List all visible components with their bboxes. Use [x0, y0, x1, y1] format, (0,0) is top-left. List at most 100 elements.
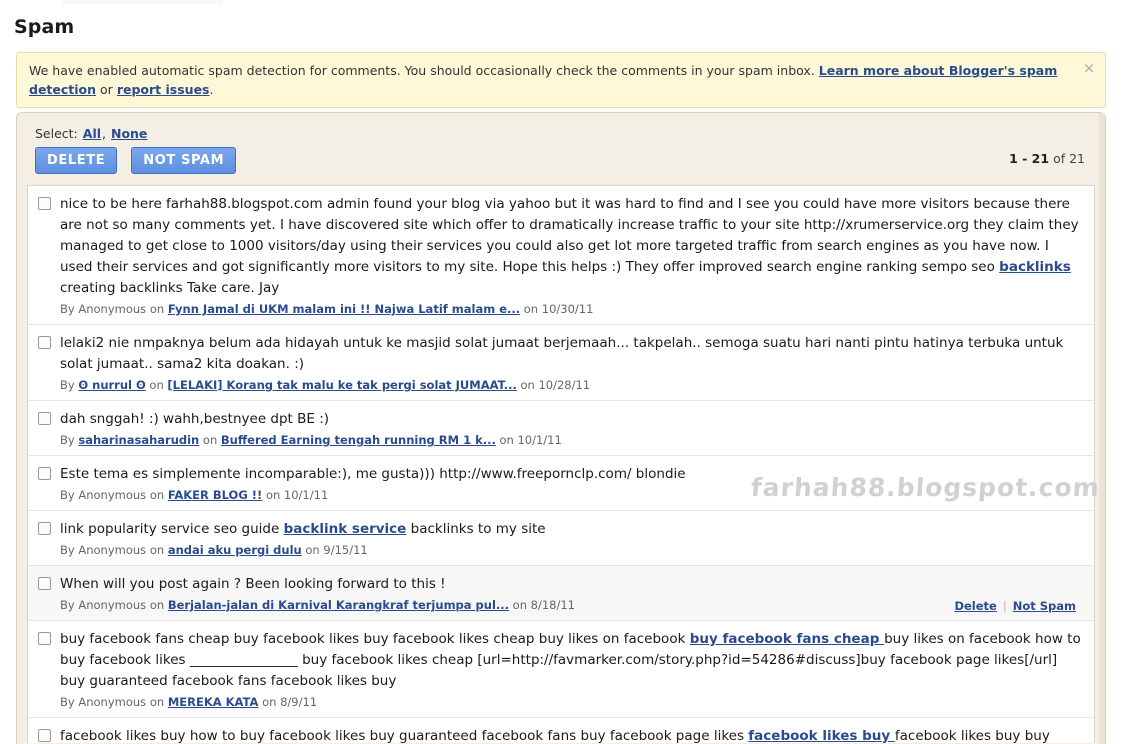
comment-inline-link[interactable]: facebook likes buy — [748, 728, 895, 743]
table-row[interactable]: When will you post again ? Been looking … — [28, 566, 1094, 621]
table-row[interactable]: nice to be here farhah88.blogspot.com ad… — [28, 186, 1094, 325]
comment-by-label: By — [60, 433, 75, 447]
comment-inline-link[interactable]: buy facebook fans cheap — [690, 631, 884, 647]
close-icon[interactable]: × — [1081, 61, 1097, 77]
comment-inline-link[interactable]: backlink service — [284, 521, 407, 537]
comment-post-link[interactable]: FAKER BLOG !! — [168, 488, 262, 502]
comment-checkbox[interactable] — [38, 412, 51, 425]
comment-on-label: on — [149, 543, 165, 557]
comment-text-segment: When will you post again ? Been looking … — [60, 576, 446, 592]
comment-post-link[interactable]: andai aku pergi dulu — [168, 543, 302, 557]
comment-text-segment: nice to be here farhah88.blogspot.com ad… — [60, 196, 1079, 275]
comment-meta: By ʘ nurrul ʘ on [LELAKI] Korang tak mal… — [60, 377, 1084, 393]
spam-page: Spam We have enabled automatic spam dete… — [0, 0, 1122, 744]
comment-date-label: on — [520, 378, 535, 392]
comment-author[interactable]: saharinasaharudin — [78, 433, 199, 447]
comment-date: 8/9/11 — [280, 695, 318, 709]
comment-date: 9/15/11 — [323, 543, 368, 557]
report-issues-link-part2: issues — [165, 82, 210, 97]
comment-on-label: on — [149, 378, 164, 392]
comment-by-label: By — [60, 378, 75, 392]
comment-inline-link[interactable]: backlinks — [999, 259, 1071, 275]
toolbar: Select: All, None DELETE NOT SPAM 1 - 21… — [27, 123, 1095, 185]
comment-date: 10/28/11 — [538, 378, 591, 392]
comment-author: Anonymous — [78, 598, 147, 612]
comment-author[interactable]: ʘ nurrul ʘ — [78, 378, 145, 392]
comment-text-segment: link popularity service seo guide — [60, 521, 284, 537]
button-row: DELETE NOT SPAM — [35, 147, 1095, 174]
comment-post-link[interactable]: Berjalan-jalan di Karnival Karangkraf te… — [168, 598, 509, 612]
comment-body: Este tema es simplemente incomparable:),… — [60, 464, 1084, 503]
comment-date-label: on — [262, 695, 277, 709]
comment-body: lelaki2 nie nmpaknya belum ada hidayah u… — [60, 333, 1084, 393]
table-row[interactable]: Este tema es simplemente incomparable:),… — [28, 456, 1094, 511]
comment-body: nice to be here farhah88.blogspot.com ad… — [60, 194, 1084, 317]
spam-panel: Select: All, None DELETE NOT SPAM 1 - 21… — [16, 112, 1106, 744]
top-chrome-sliver — [62, 0, 222, 4]
comment-checkbox[interactable] — [38, 197, 51, 210]
comment-by-label: By — [60, 598, 75, 612]
comment-checkbox[interactable] — [38, 522, 51, 535]
comment-checkbox[interactable] — [38, 577, 51, 590]
comment-date-label: on — [265, 488, 281, 502]
comment-author: Anonymous — [78, 302, 147, 316]
comment-date-label: on — [512, 598, 527, 612]
comment-text: buy facebook fans cheap buy facebook lik… — [60, 629, 1084, 692]
comment-date-label: on — [305, 543, 320, 557]
comment-post-link[interactable]: Fynn Jamal di UKM malam ini !! Najwa Lat… — [168, 302, 520, 316]
comment-meta: By Anonymous on andai aku pergi dulu on … — [60, 542, 1084, 558]
comment-post-link[interactable]: Buffered Earning tengah running RM 1 k..… — [221, 433, 496, 447]
select-comma: , — [102, 126, 106, 141]
spam-detection-notice: We have enabled automatic spam detection… — [16, 52, 1106, 108]
delete-button[interactable]: DELETE — [35, 147, 118, 174]
report-issues-link[interactable]: report issues — [117, 82, 210, 97]
comment-date: 10/1/11 — [517, 433, 562, 447]
comment-text: lelaki2 nie nmpaknya belum ada hidayah u… — [60, 333, 1084, 375]
comment-text-segment: lelaki2 nie nmpaknya belum ada hidayah u… — [60, 335, 1064, 372]
table-row[interactable]: link popularity service seo guide backli… — [28, 511, 1094, 566]
pager-range: 1 - 21 — [1009, 151, 1050, 166]
page-title: Spam — [14, 16, 75, 38]
comment-meta: By Anonymous on MEREKA KATA on 8/9/11 — [60, 694, 1084, 710]
table-row[interactable]: facebook likes buy how to buy facebook l… — [28, 718, 1094, 743]
select-label: Select: — [35, 126, 78, 141]
comment-checkbox[interactable] — [38, 729, 51, 742]
table-row[interactable]: dah snggah! :) wahh,bestnyee dpt BE :) By… — [28, 401, 1094, 456]
comment-text: dah snggah! :) wahh,bestnyee dpt BE :) — [60, 409, 1084, 430]
comment-body: dah snggah! :) wahh,bestnyee dpt BE :) By… — [60, 409, 1084, 448]
select-all-link[interactable]: All — [83, 126, 101, 141]
comment-text-segment: creating backlinks Take care. Jay — [60, 280, 280, 296]
comment-meta: By Anonymous on Berjalan-jalan di Karniv… — [60, 597, 1084, 613]
row-actions-separator: | — [1002, 599, 1007, 613]
row-actions: Delete | Not Spam — [948, 599, 1082, 613]
comment-meta: By Anonymous on FAKER BLOG !! on 10/1/11 — [60, 487, 1084, 503]
row-not-spam-link[interactable]: Not Spam — [1013, 599, 1076, 613]
comment-on-label: on — [149, 302, 165, 316]
comment-date: 10/30/11 — [541, 302, 594, 316]
comment-on-label: on — [202, 433, 218, 447]
comment-text-segment: backlinks to my site — [406, 521, 546, 537]
panel-gutter — [1099, 113, 1105, 744]
notice-conjunction: or — [100, 82, 113, 97]
comment-date: 10/1/11 — [283, 488, 329, 502]
comment-text: When will you post again ? Been looking … — [60, 574, 1084, 595]
comment-text: link popularity service seo guide backli… — [60, 519, 1084, 540]
comment-date-label: on — [499, 433, 514, 447]
not-spam-button[interactable]: NOT SPAM — [131, 147, 237, 174]
comment-checkbox[interactable] — [38, 336, 51, 349]
comment-by-label: By — [60, 302, 75, 316]
comment-author: Anonymous — [78, 543, 147, 557]
row-delete-link[interactable]: Delete — [954, 599, 996, 613]
comment-post-link[interactable]: MEREKA KATA — [168, 695, 259, 709]
comment-by-label: By — [60, 695, 75, 709]
pagination-status: 1 - 21 of 21 — [1009, 151, 1085, 166]
table-row[interactable]: buy facebook fans cheap buy facebook lik… — [28, 621, 1094, 718]
comment-checkbox[interactable] — [38, 467, 51, 480]
comment-checkbox[interactable] — [38, 632, 51, 645]
comment-body: When will you post again ? Been looking … — [60, 574, 1084, 613]
table-row[interactable]: lelaki2 nie nmpaknya belum ada hidayah u… — [28, 325, 1094, 401]
comment-text: nice to be here farhah88.blogspot.com ad… — [60, 194, 1084, 299]
select-none-link[interactable]: None — [111, 126, 147, 141]
select-row: Select: All, None — [35, 123, 1095, 141]
comment-post-link[interactable]: [LELAKI] Korang tak malu ke tak pergi so… — [167, 378, 516, 392]
